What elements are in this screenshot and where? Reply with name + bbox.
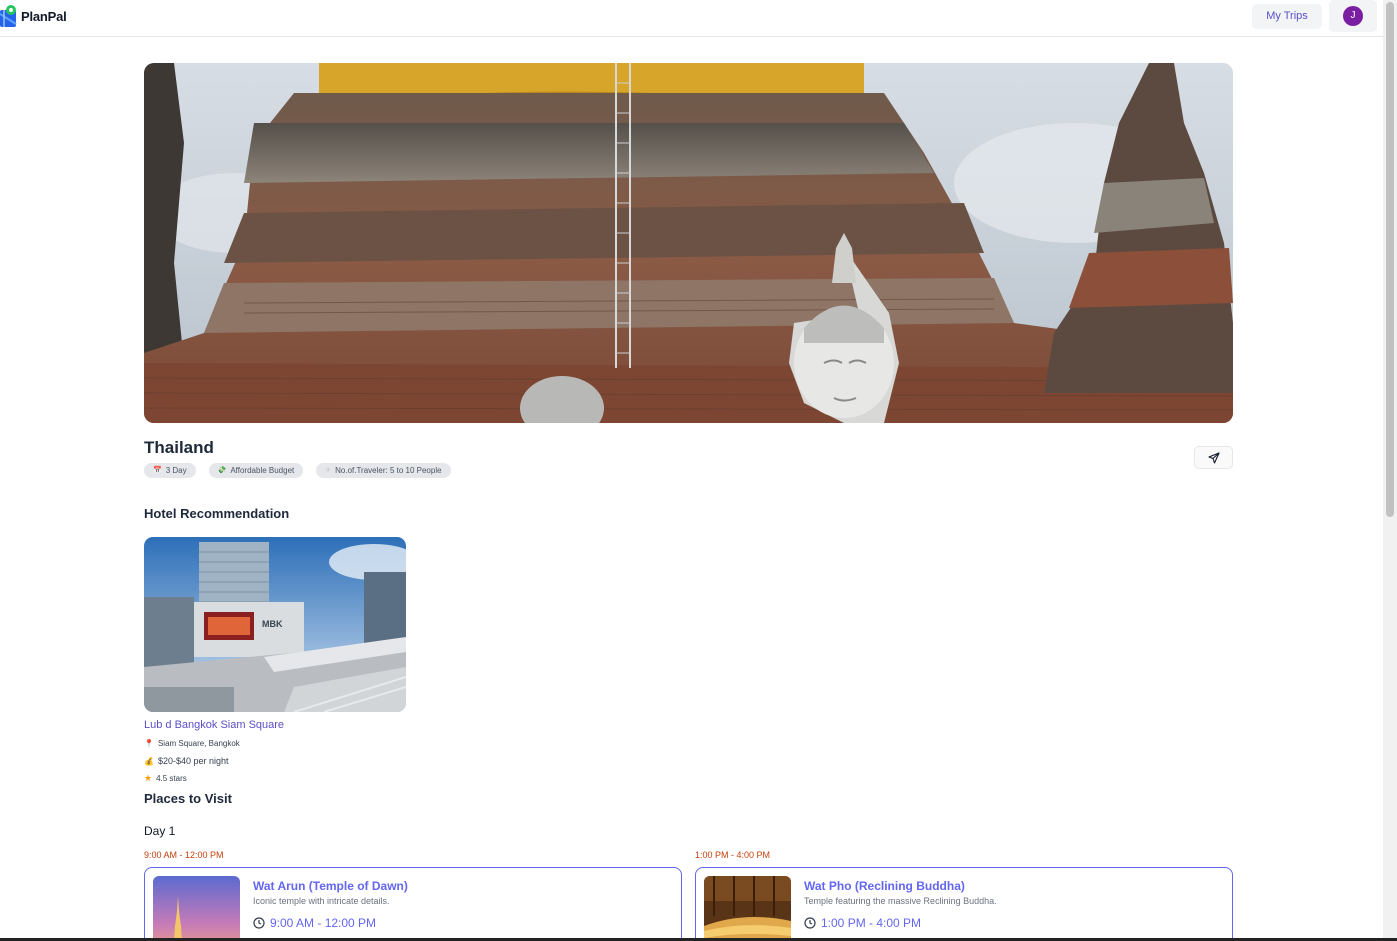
place-image [153, 876, 240, 941]
avatar: J [1343, 6, 1363, 26]
place-time-label: 1:00 PM - 4:00 PM [695, 850, 771, 860]
hotel-card[interactable]: MBK Lub d Bangkok Siam Square 📍 Siam Squ… [144, 537, 406, 783]
clock-icon [253, 917, 265, 929]
trip-title: Thailand [144, 438, 214, 457]
logo[interactable]: PlanPal [0, 4, 67, 28]
map-pin-logo-icon [0, 4, 18, 28]
share-button[interactable] [1194, 446, 1233, 469]
svg-text:MBK: MBK [262, 619, 283, 629]
duration-chip: 📅 3 Day [144, 463, 196, 478]
user-menu-button[interactable]: J [1329, 0, 1377, 32]
money-bag-icon: 💰 [144, 756, 154, 766]
place-time: 9:00 AM - 12:00 PM [270, 916, 377, 930]
scrollbar-thumb[interactable] [1386, 2, 1394, 517]
duration-label: 3 Day [165, 466, 187, 475]
place-card[interactable]: Wat Pho (Reclining Buddha) Temple featur… [695, 867, 1233, 941]
traveler-icon: ✈ [325, 467, 332, 474]
day-label: Day 1 [144, 824, 176, 838]
hotel-name-link[interactable]: Lub d Bangkok Siam Square [144, 719, 284, 731]
hotel-price-row: 💰 $20-$40 per night [144, 756, 229, 766]
money-icon: 💸 [217, 467, 227, 474]
budget-label: Affordable Budget [230, 466, 295, 475]
hotel-price: $20-$40 per night [157, 756, 229, 766]
trip-info-chips: 📅 3 Day 💸 Affordable Budget ✈ No.of.Trav… [144, 463, 451, 478]
hotel-address: Siam Square, Bangkok [157, 739, 240, 748]
send-icon [1207, 451, 1220, 464]
places-section-title: Places to Visit [144, 791, 232, 806]
traveler-chip: ✈ No.of.Traveler: 5 to 10 People [316, 463, 451, 478]
budget-chip: 💸 Affordable Budget [208, 463, 304, 478]
hotel-rating: 4.5 stars [156, 774, 187, 783]
place-time: 1:00 PM - 4:00 PM [821, 916, 922, 930]
calendar-icon: 📅 [153, 467, 162, 474]
place-description: Iconic temple with intricate details. [253, 896, 390, 906]
clock-icon [804, 917, 816, 929]
place-time-label: 9:00 AM - 12:00 PM [144, 850, 224, 860]
place-name[interactable]: Wat Arun (Temple of Dawn) [253, 879, 408, 893]
place-image [704, 876, 791, 941]
place-description: Temple featuring the massive Reclining B… [804, 896, 997, 906]
hotel-rating-row: ★ 4.5 stars [144, 773, 187, 784]
location-pin-icon: 📍 [144, 739, 154, 748]
top-navbar: PlanPal My Trips J [0, 0, 1383, 37]
trip-hero-image [144, 63, 1233, 423]
hotel-image: MBK [144, 537, 406, 712]
star-icon: ★ [144, 773, 153, 783]
place-name[interactable]: Wat Pho (Reclining Buddha) [804, 879, 965, 893]
hotel-section-title: Hotel Recommendation [144, 506, 290, 521]
app-name: PlanPal [21, 8, 67, 24]
place-card[interactable]: Wat Arun (Temple of Dawn) Iconic temple … [144, 867, 682, 941]
place-time-row: 1:00 PM - 4:00 PM [804, 916, 921, 930]
traveler-label: No.of.Traveler: 5 to 10 People [335, 466, 442, 475]
hotel-address-row: 📍 Siam Square, Bangkok [144, 739, 240, 748]
my-trips-button[interactable]: My Trips [1252, 4, 1322, 29]
place-time-row: 9:00 AM - 12:00 PM [253, 916, 376, 930]
vertical-scrollbar[interactable] [1383, 0, 1397, 941]
